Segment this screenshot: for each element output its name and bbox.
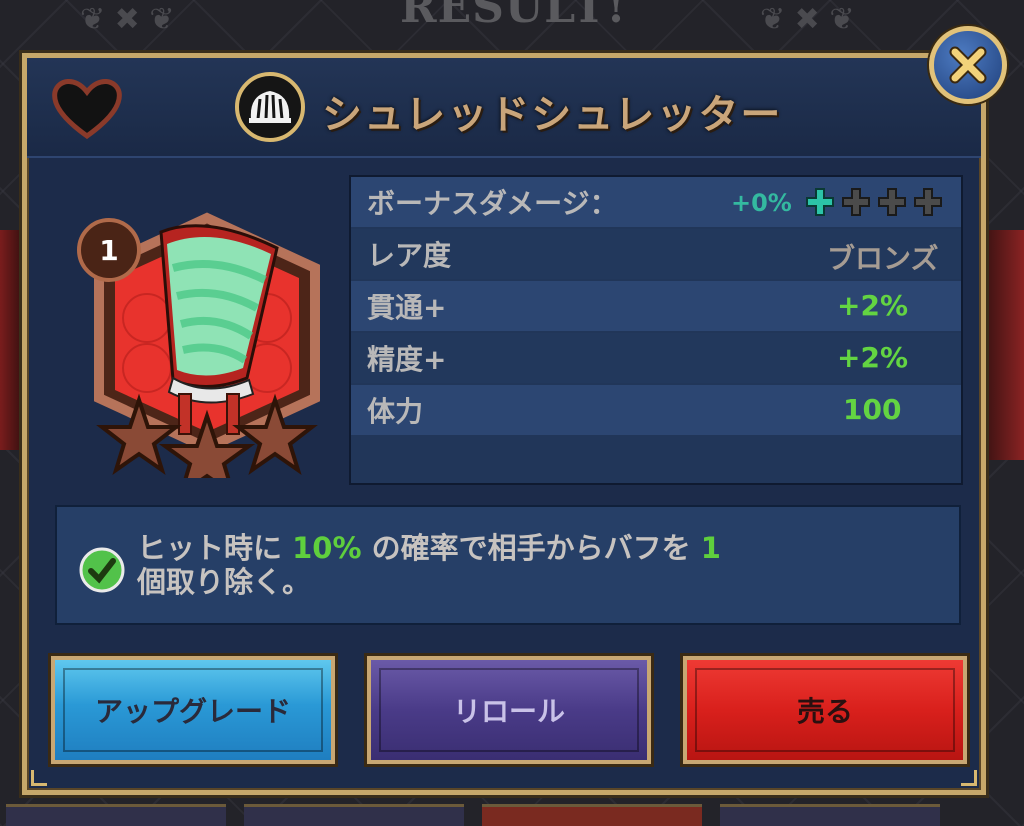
close-button[interactable] <box>929 26 1007 104</box>
upgrade-button[interactable]: アップグレード <box>51 656 335 764</box>
ability-text: ヒット時に 10% の確率で相手からバフを 1 個取り除く。 <box>137 531 721 599</box>
penetration-label: 貫通+ <box>367 291 447 324</box>
upgrade-plus-icon-empty <box>878 188 906 216</box>
ability-chance: 10% <box>292 531 362 565</box>
reroll-button-label: リロール <box>452 695 565 728</box>
heart-icon[interactable] <box>49 76 125 142</box>
stat-row-accuracy: 精度+ +2% <box>351 333 961 383</box>
bonus-damage-label: ボーナスダメージ： <box>367 187 618 220</box>
sell-button[interactable]: 売る <box>683 656 967 764</box>
upgrade-plus-icon-filled <box>806 188 834 216</box>
background-character-left <box>0 230 22 450</box>
close-icon <box>949 46 987 84</box>
background-bottom-tabs <box>0 804 1024 826</box>
stat-row-bonus-damage: ボーナスダメージ： +0% <box>351 177 961 227</box>
ability-count: 1 <box>700 531 721 565</box>
background-character-right <box>984 230 1024 460</box>
check-circle-icon <box>79 547 125 593</box>
accuracy-value: +2% <box>837 341 908 374</box>
rarity-label: レア度 <box>367 239 452 272</box>
health-value: 100 <box>843 393 902 426</box>
upgrade-button-label: アップグレード <box>94 695 291 728</box>
ability-description: ヒット時に 10% の確率で相手からバフを 1 個取り除く。 <box>55 505 961 625</box>
item-icon: 1 <box>77 208 337 499</box>
result-banner: RESULT! <box>400 0 627 33</box>
rarity-value: ブロンズ <box>827 242 939 275</box>
bonus-damage-value: +0% <box>731 189 792 217</box>
health-label: 体力 <box>367 395 424 428</box>
wing-ornament-left: ❦ ✖ ❦ <box>80 2 175 37</box>
item-level-badge: 1 <box>77 218 141 282</box>
reroll-button[interactable]: リロール <box>367 656 651 764</box>
stats-table: ボーナスダメージ： +0% レア度 ブロンズ 貫通+ +2% 精度+ +2% 体… <box>349 175 963 485</box>
stat-row-health: 体力 100 <box>351 385 961 435</box>
upgrade-plus-icon-empty <box>842 188 870 216</box>
wing-ornament-right: ❦ ✖ ❦ <box>760 2 855 37</box>
penetration-value: +2% <box>837 289 908 322</box>
stat-row-rarity: レア度 ブロンズ <box>351 229 961 279</box>
item-detail-modal: シュレッドシュレッター 1 ボーナスダメージ： +0% レア度 ブロンズ 貫通+… <box>22 53 986 795</box>
modal-header: シュレッドシュレッター <box>27 58 981 158</box>
sell-button-label: 売る <box>796 695 853 728</box>
accuracy-label: 精度+ <box>367 343 447 376</box>
stat-row-penetration: 貫通+ +2% <box>351 281 961 331</box>
fan-icon <box>235 72 305 142</box>
item-title: シュレッドシュレッター <box>322 92 783 138</box>
upgrade-plus-icon-empty <box>914 188 942 216</box>
